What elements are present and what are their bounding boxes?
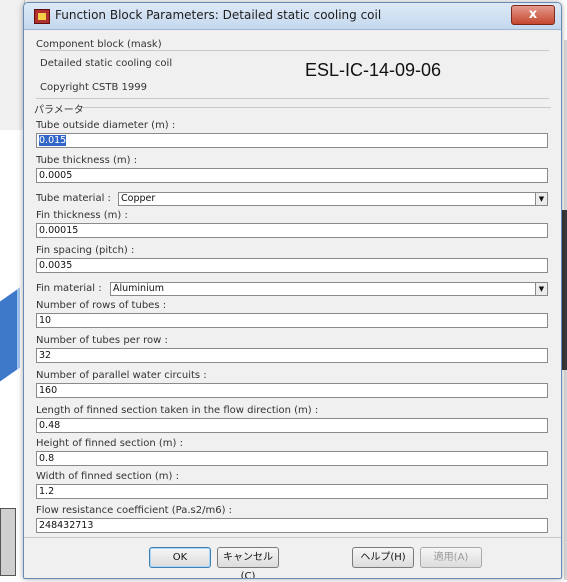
finned-length-input[interactable]: 0.48 — [36, 418, 548, 433]
param-flow-resistance: Flow resistance coefficient (Pa.s2/m6) :… — [36, 504, 548, 533]
background-arrow-shape — [0, 287, 20, 403]
tube-outside-diameter-input[interactable]: 0.015 — [36, 133, 548, 148]
fin-thickness-input[interactable]: 0.00015 — [36, 223, 548, 238]
param-tubes-per-row: Number of tubes per row : 32 — [36, 334, 548, 363]
field-label: Number of rows of tubes : — [36, 300, 167, 311]
window-title: Function Block Parameters: Detailed stat… — [55, 8, 382, 22]
field-label: Number of parallel water circuits : — [36, 370, 207, 381]
select-label: Fin material : — [36, 283, 102, 294]
field-label: Tube thickness (m) : — [36, 155, 138, 166]
dialog-button-bar: OK キャンセル(C) ヘルプ(H) 適用(A) — [24, 537, 561, 578]
document-id-overlay: ESL-IC-14-09-06 — [305, 60, 442, 80]
fin-spacing-input[interactable]: 0.0035 — [36, 258, 548, 273]
apply-button[interactable]: 適用(A) — [420, 547, 482, 568]
param-finned-width: Width of finned section (m) : 1.2 — [36, 470, 548, 499]
field-label: Fin thickness (m) : — [36, 210, 128, 221]
help-button[interactable]: ヘルプ(H) — [352, 547, 414, 568]
field-label: Fin spacing (pitch) : — [36, 245, 135, 256]
background-block — [0, 508, 16, 576]
field-label: Width of finned section (m) : — [36, 471, 179, 482]
cancel-button[interactable]: キャンセル(C) — [217, 547, 279, 578]
field-label: Height of finned section (m) : — [36, 438, 183, 449]
group-divider — [40, 50, 549, 51]
title-bar[interactable]: Function Block Parameters: Detailed stat… — [24, 3, 561, 30]
param-tube-thickness: Tube thickness (m) : 0.0005 — [36, 154, 548, 183]
finned-width-input[interactable]: 1.2 — [36, 484, 548, 499]
param-number-of-rows: Number of rows of tubes : 10 — [36, 299, 548, 328]
background-block-right — [562, 210, 567, 370]
number-of-rows-input[interactable]: 10 — [36, 313, 548, 328]
tube-material-select[interactable]: Copper ▼ — [118, 192, 548, 206]
mask-description-group: Component block (mask) Detailed static c… — [36, 30, 549, 99]
select-label: Tube material : — [36, 193, 111, 204]
select-value: Copper — [121, 193, 156, 204]
fin-material-select[interactable]: Aluminium ▼ — [110, 282, 548, 296]
parameters-group-label: パラメータ — [34, 105, 84, 116]
ok-button[interactable]: OK — [149, 547, 211, 568]
field-label: Length of finned section taken in the fl… — [36, 405, 319, 416]
tubes-per-row-input[interactable]: 32 — [36, 348, 548, 363]
mask-copyright: Copyright CSTB 1999 — [40, 82, 147, 93]
mask-description: Detailed static cooling coil — [40, 58, 173, 69]
selected-text: 0.015 — [39, 135, 67, 146]
field-label: Number of tubes per row : — [36, 335, 168, 346]
mask-group-label: Component block (mask) — [36, 39, 162, 50]
param-fin-thickness: Fin thickness (m) : 0.00015 — [36, 209, 548, 238]
function-block-parameters-dialog: Function Block Parameters: Detailed stat… — [23, 2, 562, 579]
param-finned-length: Length of finned section taken in the fl… — [36, 404, 548, 433]
parameters-divider — [82, 107, 551, 108]
flow-resistance-input[interactable]: 248432713 — [36, 518, 548, 533]
param-fin-material: Fin material : Aluminium ▼ — [36, 282, 548, 296]
dialog-content: Component block (mask) Detailed static c… — [24, 30, 561, 99]
field-label: Flow resistance coefficient (Pa.s2/m6) : — [36, 505, 233, 516]
tube-thickness-input[interactable]: 0.0005 — [36, 168, 548, 183]
param-tube-outside-diameter: Tube outside diameter (m) : 0.015 — [36, 119, 548, 148]
matlab-block-icon — [34, 9, 50, 24]
param-water-circuits: Number of parallel water circuits : 160 — [36, 369, 548, 398]
finned-height-input[interactable]: 0.8 — [36, 451, 548, 466]
select-value: Aluminium — [113, 283, 164, 294]
param-finned-height: Height of finned section (m) : 0.8 — [36, 437, 548, 466]
chevron-down-icon[interactable]: ▼ — [535, 283, 547, 295]
water-circuits-input[interactable]: 160 — [36, 383, 548, 398]
field-label: Tube outside diameter (m) : — [36, 120, 176, 131]
chevron-down-icon[interactable]: ▼ — [535, 193, 547, 205]
background-window — [0, 0, 25, 130]
close-button[interactable]: x — [511, 5, 555, 25]
param-fin-spacing: Fin spacing (pitch) : 0.0035 — [36, 244, 548, 273]
param-tube-material: Tube material : Copper ▼ — [36, 192, 548, 206]
